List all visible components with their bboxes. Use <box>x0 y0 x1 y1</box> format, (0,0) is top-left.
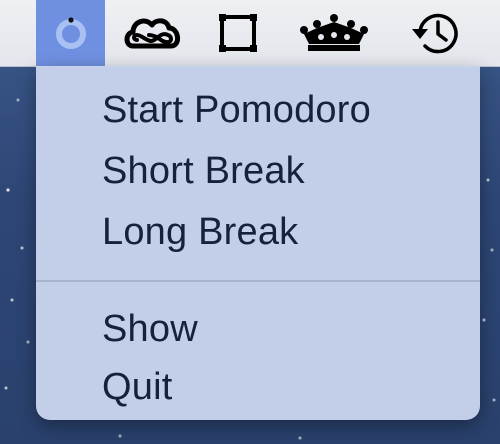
pomodoro-status-item[interactable] <box>36 0 105 66</box>
creative-cloud-status-item[interactable] <box>122 0 186 66</box>
crown-icon <box>300 14 368 51</box>
menu-separator <box>36 280 480 282</box>
crown-status-item[interactable] <box>294 0 374 66</box>
menu-item-short-break[interactable]: Short Break <box>36 141 480 202</box>
window-status-item[interactable] <box>212 0 264 66</box>
pomodoro-dropdown-menu: Start Pomodoro Short Break Long Break Sh… <box>36 66 480 420</box>
history-clock-icon <box>412 13 458 54</box>
menu-item-long-break[interactable]: Long Break <box>36 202 480 263</box>
creative-cloud-icon <box>124 18 180 49</box>
menu-item-start-pomodoro[interactable]: Start Pomodoro <box>36 80 480 141</box>
menu-bar <box>0 0 500 67</box>
menu-item-show[interactable]: Show <box>36 300 480 358</box>
menu-item-quit[interactable]: Quit <box>36 358 480 416</box>
pomodoro-ring-icon <box>55 17 86 49</box>
square-icon <box>219 14 257 52</box>
time-machine-status-item[interactable] <box>400 0 472 66</box>
